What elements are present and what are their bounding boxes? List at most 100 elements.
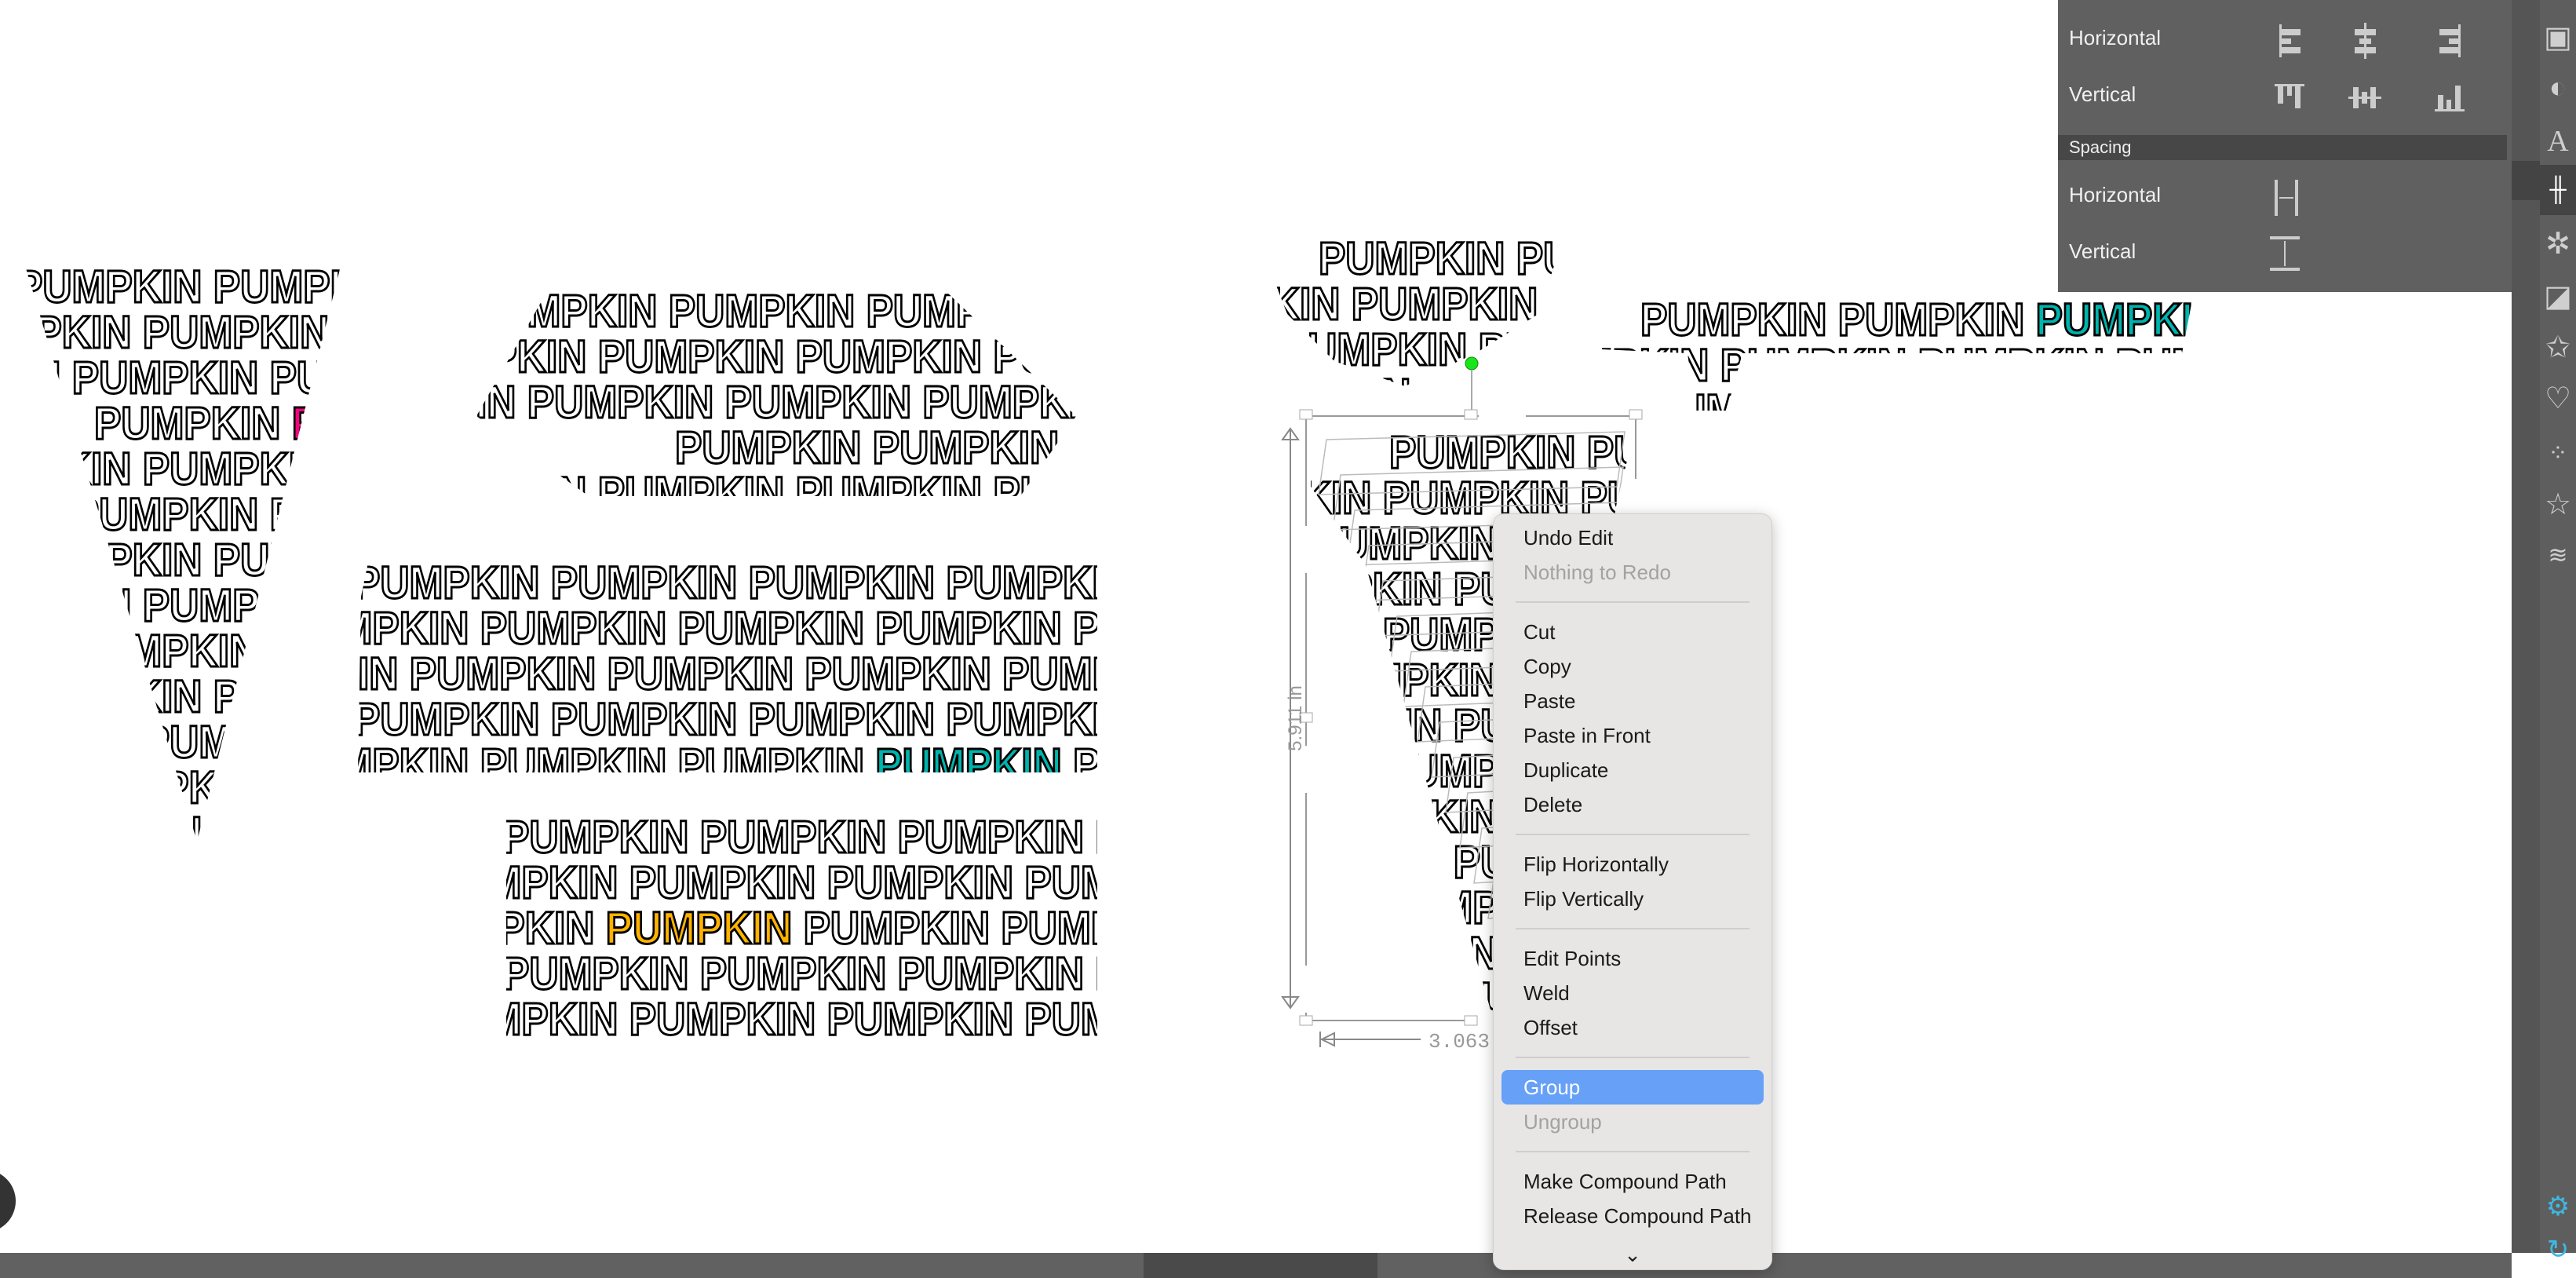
height-label: 5.911 in [1285, 685, 1306, 751]
pumpkin-text-row: PUMPKIN PUMPKIN PUMPKIN PUMPKIN PUMPKIN … [1185, 609, 2512, 660]
menu-item-offset[interactable]: Offset [1501, 1010, 1764, 1045]
row-label: Horizontal [2069, 183, 2162, 206]
pumpkin-text-row: PUMPKIN PUMPKIN PUMPKIN PUMPKIN PUMPKIN … [1256, 973, 2512, 1024]
pumpkin-shape-slanted[interactable]: PUMPKIN PUMPKIN PUMPKIN PUMPKIN PUMPKIN … [1115, 427, 2512, 1024]
width-label: 3.063 [1428, 1030, 1490, 1053]
dots-pattern-icon[interactable]: ⁘ [2540, 428, 2576, 478]
image-heart-icon[interactable]: ♡ [2540, 373, 2576, 423]
trace-icon[interactable]: ▣ [2540, 12, 2576, 62]
chevron-down-icon[interactable]: ⌄ [1494, 1243, 1771, 1269]
align-center-horizontal-icon[interactable] [2345, 21, 2384, 60]
align-center-vertical-icon[interactable] [2345, 78, 2384, 117]
menu-item-paste-in-front[interactable]: Paste in Front [1501, 718, 1764, 753]
spacing-section-header: Spacing [2058, 135, 2507, 160]
spacing-horizontal-row: Horizontal [2058, 169, 2512, 224]
align-vertical-row: Vertical [2058, 68, 2512, 123]
menu-item-make-compound-path[interactable]: Make Compound Path [1501, 1164, 1764, 1199]
pumpkin-text-row: PUMPKIN PUMPKIN PUMPKIN PUMPKIN PUMPKIN … [1256, 837, 2512, 888]
pumpkin-shape-strip[interactable]: PUMPKIN PUMPKIN PUMPKIN PUMPKIN PUMPKIN … [1452, 294, 2512, 436]
row-label: Vertical [2069, 239, 2136, 263]
menu-separator [1516, 1151, 1750, 1152]
context-menu: Undo Edit Nothing to Redo Cut Copy Paste Past… [1493, 513, 1772, 1270]
scrollbar-thumb[interactable] [1144, 1253, 1377, 1278]
align-left-icon[interactable] [2270, 21, 2309, 60]
menu-item-undo-edit[interactable]: Undo Edit [1501, 520, 1764, 555]
right-toolbar: ▣ ◐ A ╫ ✲ ◪ ✩ ♡ ⁘ ☆ ≋ ⚙ ↻ [2512, 0, 2576, 1265]
resize-handle[interactable] [1299, 1015, 1313, 1026]
highlighted-word: PUMPKIN [1714, 233, 1912, 284]
pumpkin-text-row: PUMPKIN PUMPKIN PUMPKIN PUMPKIN PUMPKIN … [1115, 518, 2512, 569]
shapes-icon[interactable]: ◪ [2540, 271, 2576, 321]
pumpkin-text-row: PUMPKIN PUMPKIN PUMPKIN PUMPKIN PUMPKIN … [1640, 294, 2512, 345]
pumpkin-text-row: PUMPKIN PUMPKIN PUMPKIN PUMPKIN PUMPKIN … [1115, 791, 2512, 842]
space-vertical-icon[interactable] [2267, 235, 2306, 274]
pumpkin-text-row: PUMPKIN PUMPKIN PUMPKIN PUMPKIN PUMPKIN … [0, 489, 1444, 540]
spacing-vertical-row: Vertical [2058, 225, 2512, 280]
pumpkin-text-row: PUMPKIN PUMPKIN PUMPKIN PUMPKIN PUMPKIN … [1185, 746, 2512, 797]
pumpkin-text-row: PUMPKIN PUMPKIN PUMPKIN PUMPKIN PUMPKIN … [1256, 564, 2512, 615]
highlighted-word: PUMPKIN [292, 398, 490, 449]
menu-separator [1516, 834, 1750, 835]
rotate-handle[interactable] [1465, 356, 1479, 371]
align-horizontal-row: Horizontal [2058, 12, 2512, 67]
align-panel: Horizontal Vertical Spacing Horizontal V… [2058, 0, 2512, 292]
refresh-icon[interactable]: ↻ [2540, 1225, 2576, 1275]
highlighted-word: PUMPKIN [1071, 422, 1268, 473]
menu-item-delete[interactable]: Delete [1501, 787, 1764, 822]
highlighted-word: PUMPKIN [606, 903, 804, 954]
menu-separator [1516, 601, 1750, 603]
align-icon[interactable]: ╫ [2540, 165, 2576, 215]
menu-item-cut[interactable]: Cut [1501, 615, 1764, 649]
pumpkin-text-row: PUMPKIN PUMPKIN PUMPKIN PUMPKIN PUMPKIN … [1185, 473, 2512, 524]
highlighted-word: PUMPKIN [875, 739, 1073, 791]
menu-item-group[interactable]: Group [1501, 1070, 1764, 1105]
menu-item-paste[interactable]: Paste [1501, 684, 1764, 718]
pumpkin-text-row: PUMPKIN PUMPKIN PUMPKIN PUMPKIN PUMPKIN … [502, 812, 2072, 863]
align-top-icon[interactable] [2270, 78, 2309, 117]
sketch-icon[interactable]: ≋ [2540, 530, 2576, 580]
menu-separator [1516, 1057, 1750, 1058]
pumpkin-text-row: PUMPKIN PUMPKIN PUMPKIN PUMPKIN PUMPKIN … [502, 948, 2072, 999]
menu-item-duplicate[interactable]: Duplicate [1501, 753, 1764, 787]
effects-icon[interactable]: ✲ [2540, 218, 2576, 268]
pumpkin-text-row: PUMPKIN PUMPKIN PUMPKIN PUMPKIN PUMPKIN … [1185, 882, 2512, 933]
menu-item-copy[interactable]: Copy [1501, 649, 1764, 684]
menu-item-flip-vertically[interactable]: Flip Vertically [1501, 882, 1764, 916]
pumpkin-text-row: PUMPKIN PUMPKIN PUMPKIN PUMPKIN PUMPKIN … [1256, 700, 2512, 751]
horizontal-scrollbar[interactable] [0, 1253, 2512, 1278]
resize-handle[interactable] [1629, 409, 1643, 420]
row-label: Vertical [2069, 82, 2136, 106]
pumpkin-text-row: PUMPKIN PUMPKIN PUMPKIN PUMPKIN PUMPKIN … [1115, 928, 2512, 979]
text-icon[interactable]: A [2540, 116, 2576, 166]
star-icon[interactable]: ☆ [2540, 479, 2576, 529]
menu-item-edit-points[interactable]: Edit Points [1501, 941, 1764, 976]
row-label: Horizontal [2069, 26, 2162, 49]
highlighted-word: PUMPKIN [2036, 294, 2234, 345]
align-bottom-icon[interactable] [2430, 78, 2469, 117]
pumpkin-text-row: PUMPKIN PUMPKIN PUMPKIN PUMPKIN PUMPKIN … [330, 377, 1899, 428]
star-outline-icon[interactable]: ✩ [2540, 322, 2576, 372]
menu-separator [1516, 928, 1750, 929]
space-horizontal-icon[interactable] [2267, 178, 2306, 217]
spacing-header-label: Spacing [2069, 137, 2132, 157]
active-indicator [2512, 161, 2540, 200]
pumpkin-shape-block[interactable]: PUMPKIN PUMPKIN PUMPKIN PUMPKIN PUMPKIN … [408, 812, 2072, 1045]
contrast-icon[interactable]: ◐ [2540, 63, 2576, 113]
menu-item-weld[interactable]: Weld [1501, 976, 1764, 1010]
pumpkin-text-row: PUMPKIN PUMPKIN PUMPKIN PUMPKIN PUMPKIN … [400, 468, 1970, 519]
highlighted-word: PUMPKIN [1785, 427, 1983, 478]
menu-item-flip-horizontally[interactable]: Flip Horizontally [1501, 847, 1764, 882]
align-right-icon[interactable] [2430, 21, 2469, 60]
pumpkin-text-row: PUMPKIN PUMPKIN PUMPKIN PUMPKIN PUMPKIN … [1224, 370, 2512, 421]
pumpkin-text-row: PUMPKIN PUMPKIN PUMPKIN PUMPKIN PUMPKIN … [1389, 427, 2512, 478]
toolbar-rail [2512, 0, 2540, 1253]
pumpkin-text-row: PUMPKIN PUMPKIN PUMPKIN PUMPKIN PUMPKIN … [1115, 655, 2512, 706]
menu-item-release-compound-path[interactable]: Release Compound Path [1501, 1199, 1764, 1233]
menu-item-ungroup: Ungroup [1523, 1110, 1602, 1134]
pumpkin-text-row: PUMPKIN PUMPKIN PUMPKIN PUMPKIN PUMPKIN … [1523, 340, 2512, 391]
resize-handle[interactable] [1299, 409, 1313, 420]
resize-handle[interactable] [1464, 1015, 1478, 1026]
canvas-nav-button[interactable] [0, 1170, 16, 1232]
resize-handle[interactable] [1464, 409, 1478, 420]
menu-item-nothing-to-redo: Nothing to Redo [1523, 560, 1671, 584]
